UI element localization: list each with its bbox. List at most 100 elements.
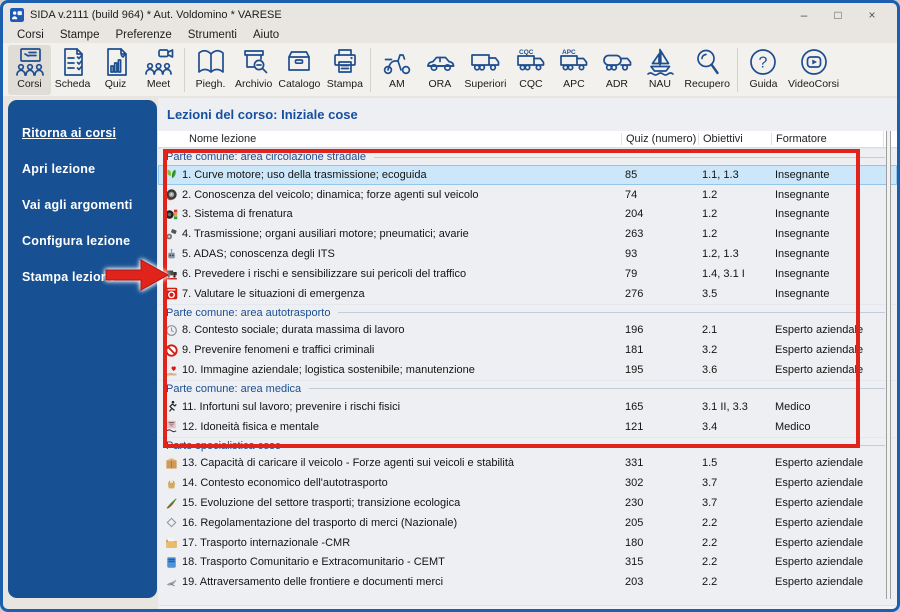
toolbar-archivio[interactable]: Archivio	[232, 45, 275, 95]
steering-wheel-icon	[158, 188, 179, 201]
lesson-row[interactable]: 15. Evoluzione del settore trasporti; tr…	[158, 493, 897, 513]
toolbar-apc[interactable]: APC APC	[552, 45, 595, 95]
lesson-row[interactable]: 2. Conoscenza del veicolo; dinamica; for…	[158, 185, 897, 205]
lesson-row[interactable]: 18. Trasporto Comunitario e Extracomunit…	[158, 553, 897, 573]
column-header-quiz-numero[interactable]: Quiz (numero)	[621, 133, 698, 145]
app-logo-icon	[10, 8, 24, 22]
lesson-row[interactable]: 17. Trasporto internazionale -CMR 180 2.2 E…	[158, 533, 897, 553]
toolbar-ora[interactable]: ORA	[418, 45, 461, 95]
toolbar-piegh[interactable]: Piegh.	[189, 45, 232, 95]
sidebar-item-apri-lezione[interactable]: Apri lezione	[22, 162, 157, 176]
lesson-formatore: Insegnante	[775, 287, 830, 300]
lesson-obiettivi: 1.2	[702, 208, 718, 221]
menu-corsi[interactable]: Corsi	[9, 28, 52, 42]
lesson-quiz-count: 276	[625, 287, 644, 300]
magnifier-icon	[691, 46, 723, 78]
lesson-quiz-count: 263	[625, 228, 644, 241]
toolbar-label: AM	[389, 78, 405, 90]
column-header-obiettivi[interactable]: Obiettivi	[698, 133, 771, 145]
sailboat-icon	[644, 46, 676, 78]
bird-icon	[158, 576, 179, 589]
lesson-formatore: Esperto aziendale	[775, 497, 864, 510]
archive-search-icon	[238, 46, 270, 78]
lesson-row[interactable]: 5. ADAS; conoscenza degli ITS 93 1.2, 1.3 I…	[158, 244, 897, 264]
lesson-obiettivi: 2.1	[702, 324, 718, 337]
lesson-obiettivi: 2.2	[702, 556, 718, 569]
toolbar-adr[interactable]: ADR	[595, 45, 638, 95]
sidebar-item-vai-agli-argomenti[interactable]: Vai agli argomenti	[22, 198, 157, 212]
lesson-obiettivi: 3.7	[702, 497, 718, 510]
lesson-row[interactable]: 9. Prevenire fenomeni e traffici crimina…	[158, 340, 897, 360]
lesson-row[interactable]: 8. Contesto sociale; durata massima di l…	[158, 321, 897, 341]
toolbar-stampa[interactable]: Stampa	[323, 45, 366, 95]
sidebar-item-ritorna-ai-corsi[interactable]: Ritorna ai corsi	[22, 126, 157, 140]
toolbar-label: Archivio	[235, 78, 273, 90]
lesson-formatore: Esperto aziendale	[775, 324, 864, 337]
tire-traffic-light-icon	[158, 208, 179, 221]
lesson-quiz-count: 79	[625, 267, 638, 280]
lesson-row[interactable]: 3. Sistema di frenatura 204 1.2 Insegnante	[158, 205, 897, 225]
lesson-quiz-count: 196	[625, 324, 644, 337]
lesson-row[interactable]: 13. Capacità di caricare il veicolo - Fo…	[158, 454, 897, 474]
lesson-obiettivi: 3.6	[702, 364, 718, 377]
toolbar-label: VideoCorsi	[787, 78, 840, 90]
column-header-formatore[interactable]: Formatore	[771, 133, 883, 145]
toolbar-videocorsi[interactable]: VideoCorsi	[785, 45, 842, 95]
lesson-quiz-count: 230	[625, 497, 644, 510]
lesson-formatore: Esperto aziendale	[775, 536, 864, 549]
lessons-table: Nome lezione Quiz (numero) Obiettivi For…	[158, 131, 897, 592]
svg-text:?: ?	[759, 55, 768, 72]
column-header-nome-lezione[interactable]: Nome lezione	[158, 133, 621, 145]
lesson-formatore: Insegnante	[775, 228, 830, 241]
lesson-row[interactable]: 6. Prevedere i rischi e sensibilizzare s…	[158, 264, 897, 284]
toolbar-recupero[interactable]: Recupero	[681, 45, 733, 95]
menu-stampe[interactable]: Stampe	[52, 28, 108, 42]
lesson-formatore: Esperto aziendale	[775, 556, 864, 569]
toolbar-scheda[interactable]: Scheda	[51, 45, 94, 95]
toolbar-guida[interactable]: ? Guida	[742, 45, 785, 95]
lesson-row[interactable]: 12. Idoneità fisica e mentale 121 3.4 Medic…	[158, 417, 897, 437]
vertical-scrollbar[interactable]	[886, 131, 891, 599]
close-button[interactable]: ×	[855, 8, 889, 22]
lesson-row[interactable]: 10. Immagine aziendale; logistica sosten…	[158, 360, 897, 380]
lesson-row[interactable]: 14. Contesto economico dell'autotrasport…	[158, 473, 897, 493]
lesson-quiz-count: 195	[625, 364, 644, 377]
menu-preferenze[interactable]: Preferenze	[107, 28, 179, 42]
lesson-row[interactable]: 11. Infortuni sul lavoro; prevenire i ri…	[158, 397, 897, 417]
lesson-row[interactable]: 1. Curve motore; uso della trasmissione;…	[158, 165, 897, 185]
lesson-formatore: Medico	[775, 420, 811, 433]
lesson-row[interactable]: 7. Valutare le situazioni di emergenza 27…	[158, 284, 897, 304]
toolbar-nau[interactable]: NAU	[638, 45, 681, 95]
toolbar-cqc[interactable]: CQC CQC	[509, 45, 552, 95]
lesson-formatore: Esperto aziendale	[775, 576, 864, 589]
lesson-row[interactable]: 16. Regolamentazione del trasporto di me…	[158, 513, 897, 533]
svg-text:APC: APC	[562, 49, 576, 56]
toolbar-label: ORA	[428, 78, 452, 90]
lesson-row[interactable]: 19. Attraversamento delle frontiere e do…	[158, 572, 897, 592]
toolbar-superiori[interactable]: Superiori	[461, 45, 509, 95]
lesson-quiz-count: 121	[625, 420, 644, 433]
toolbar-catalogo[interactable]: Catalogo	[275, 45, 323, 95]
lesson-quiz-count: 85	[625, 168, 638, 181]
lessons-table-body: Parte comune: area circolazione stradale…	[158, 148, 897, 592]
toolbar-am[interactable]: AM	[375, 45, 418, 95]
menu-aiuto[interactable]: Aiuto	[245, 28, 287, 42]
toolbar-quiz[interactable]: Quiz	[94, 45, 137, 95]
minimize-button[interactable]: –	[787, 8, 821, 22]
lesson-quiz-count: 74	[625, 188, 638, 201]
lesson-formatore: Insegnante	[775, 248, 830, 261]
menu-strumenti[interactable]: Strumenti	[180, 28, 245, 42]
sidebar-item-configura-lezione[interactable]: Configura lezione	[22, 234, 157, 248]
horizontal-scrollbar[interactable]	[159, 605, 896, 609]
lesson-quiz-count: 315	[625, 556, 644, 569]
sidebar-item-stampa-lezione[interactable]: Stampa lezione	[22, 270, 157, 284]
truck-apc-icon: APC	[558, 46, 590, 78]
toolbar-meet[interactable]: Meet	[137, 45, 180, 95]
lesson-formatore: Esperto aziendale	[775, 364, 864, 377]
maximize-button[interactable]: □	[821, 8, 855, 22]
video-meeting-icon	[143, 46, 175, 78]
toolbar-corsi[interactable]: Corsi	[8, 45, 51, 95]
lesson-quiz-count: 205	[625, 516, 644, 529]
lesson-row[interactable]: 4. Trasmissione; organi ausiliari motore…	[158, 224, 897, 244]
toolbar-label: Catalogo	[278, 78, 321, 90]
